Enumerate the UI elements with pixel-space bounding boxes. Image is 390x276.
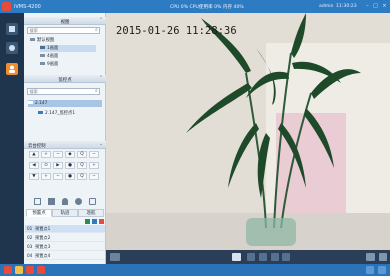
system-status: CPU 0% CPU使用率 0% 内存 40% [170,4,244,10]
search-icon[interactable]: ⌕ [95,28,100,33]
camera-icon[interactable] [6,42,18,54]
play-icon[interactable] [259,253,267,261]
preset-toolbar [25,217,105,225]
chevron-up-icon[interactable]: ⌃ [99,18,103,23]
ptz-button[interactable]: ● [65,173,75,180]
crop-icon[interactable] [34,198,41,205]
set-preset-icon[interactable] [92,218,97,224]
chevron-up-icon[interactable]: ⌃ [99,76,103,81]
light-icon[interactable] [62,198,68,205]
preset-row[interactable]: 02 预置点2 [25,234,105,242]
ptz-button[interactable]: ▼ [29,173,39,180]
preset-row[interactable]: 01 预置点1 [25,225,105,233]
ptz-button[interactable]: Q [77,162,87,169]
view-section-header[interactable]: 视图 ⌃ [24,17,106,25]
view-search-input[interactable]: 搜索 [27,27,100,34]
device-icon [28,100,33,105]
tree-item-camera-group[interactable]: 2.147 [28,100,102,107]
app-title: iVMS-4200 [14,3,41,10]
taskbar [0,264,390,276]
wiper-icon[interactable] [75,198,82,205]
ptz-button[interactable]: Q [77,151,87,158]
maximize-button[interactable]: □ [372,3,379,10]
ptz-button[interactable]: − [89,151,99,158]
ptz-button[interactable]: ● [65,162,75,169]
tree-item-1x1[interactable]: 1画面 [40,45,96,52]
chevron-down-icon[interactable]: ⌄ [99,142,103,147]
user-icon[interactable] [6,63,18,75]
video-frame-image [106,13,390,250]
minimize-button[interactable]: – [364,3,371,10]
prev-icon[interactable] [247,253,255,261]
camera-section-header[interactable]: 监控点 ⌃ [24,75,106,83]
video-timestamp-overlay: 2015-01-26 11:28:36 [116,25,237,37]
tab-presets[interactable]: 预置点 [26,209,52,217]
message-icon[interactable] [37,266,45,274]
grid-icon [40,53,45,58]
fullscreen-icon[interactable] [366,253,375,261]
tree-item-3x3[interactable]: 9画面 [40,61,58,68]
tree-item-camera[interactable]: 2.147_监控点1 [38,110,75,117]
tab-cruise[interactable]: 巡航 [78,209,104,217]
close-button[interactable]: × [381,3,388,10]
user-name[interactable]: admin [319,4,333,9]
ptz-button[interactable]: ◀ [29,162,39,169]
ptz-button[interactable]: − [89,173,99,180]
alarm-icon[interactable] [4,266,12,274]
live-video-view[interactable]: 2015-01-26 11:28:36 [106,13,390,250]
ptz-section-header[interactable]: 云台控制 ⌄ [24,141,106,149]
stop-icon[interactable] [232,253,241,261]
left-icon-rail [0,13,24,264]
tree-item-2x2[interactable]: 4画面 [40,53,58,60]
record-icon[interactable] [282,253,290,261]
pin-icon[interactable] [366,266,374,274]
system-clock: 11:30:23 [336,3,357,9]
ptz-button[interactable]: ◆ [65,151,75,158]
tree-item-default-view[interactable]: 默认视图 [30,37,54,44]
preset-row[interactable]: 03 预置点3 [25,243,105,251]
call-preset-icon[interactable] [85,218,90,224]
ptz-button[interactable]: ▲ [29,151,39,158]
ptz-section-title: 云台控制 [28,143,46,149]
view-section-title: 视图 [60,19,70,25]
grid-icon [40,61,45,66]
camera-icon [38,110,43,115]
layout-icon[interactable] [110,253,120,261]
event-icon[interactable] [26,266,34,274]
next-icon[interactable] [271,253,279,261]
app-logo [2,2,11,11]
snapshot-icon[interactable] [48,198,55,205]
ptz-button[interactable]: ▶ [53,162,63,169]
tab-patrol[interactable]: 轨迹 [52,209,78,217]
preset-row[interactable]: 04 预置点4 [25,252,105,260]
ptz-button[interactable]: − [53,151,63,158]
ptz-button[interactable]: + [41,173,51,180]
settings-icon[interactable] [379,253,387,261]
camera-search-input[interactable]: 搜索 [27,88,100,95]
menu-icon[interactable] [89,198,96,205]
camera-section-title: 监控点 [58,77,72,83]
ptz-button[interactable]: ⊙ [41,162,51,169]
title-bar: iVMS-4200 CPU 0% CPU使用率 0% 内存 40% admin … [0,0,390,13]
warning-icon[interactable] [15,266,23,274]
delete-preset-icon[interactable] [99,218,104,224]
ptz-button[interactable]: + [41,151,51,158]
ptz-button[interactable]: + [89,162,99,169]
folder-icon [30,37,35,42]
live-view-icon[interactable] [6,23,18,35]
ptz-button[interactable]: − [53,173,63,180]
expand-icon[interactable] [378,266,386,274]
grid-icon [40,45,45,50]
ptz-button[interactable]: Q [77,173,87,180]
search-icon[interactable]: ⌕ [95,89,100,94]
ptz-function-bar [28,197,104,206]
